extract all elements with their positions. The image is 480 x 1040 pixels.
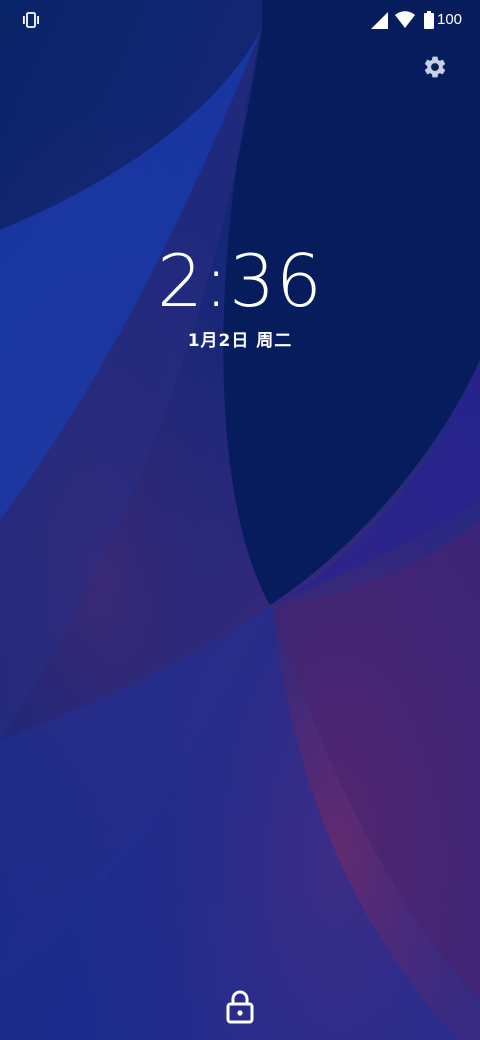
battery-icon — [424, 11, 434, 29]
status-bar: 100 — [0, 0, 480, 40]
wifi-icon — [395, 11, 415, 28]
battery-level: 100 — [437, 11, 463, 28]
lock-screen: 100 2:36 1月2日 周二 — [0, 0, 480, 1040]
vibrate-icon — [23, 12, 39, 28]
cell-signal-icon — [371, 12, 388, 29]
date-label: 1月2日 周二 — [187, 331, 293, 351]
wallpaper — [0, 0, 480, 1040]
lock-icon[interactable] — [226, 990, 254, 1024]
gear-icon[interactable] — [422, 54, 448, 80]
clock-time: 2:36 — [157, 239, 323, 323]
